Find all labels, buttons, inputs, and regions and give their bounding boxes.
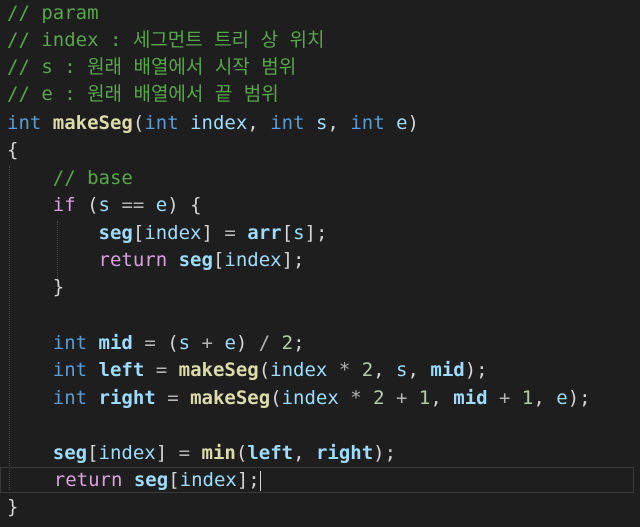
- code-line[interactable]: return seg[index];: [7, 247, 305, 274]
- current-line[interactable]: return seg[index];: [0, 467, 634, 493]
- code-line[interactable]: }: [7, 494, 18, 521]
- code-line[interactable]: int left = makeSeg(index * 2, s, mid);: [7, 357, 488, 384]
- code-line[interactable]: seg[index] = arr[s];: [7, 220, 328, 247]
- code-line[interactable]: // e : 원래 배열에서 끝 범위: [7, 81, 279, 108]
- text-cursor: [259, 470, 261, 491]
- code-line[interactable]: // base: [7, 165, 133, 192]
- code-line[interactable]: // param: [7, 0, 99, 27]
- code-line[interactable]: if (s == e) {: [7, 192, 202, 219]
- code-line[interactable]: // index : 세그먼트 트리 상 위치: [7, 27, 324, 54]
- code-line[interactable]: int mid = (s + e) / 2;: [7, 330, 305, 357]
- code-line[interactable]: int makeSeg(int index, int s, int e): [7, 110, 419, 137]
- code-editor[interactable]: // param // index : 세그먼트 트리 상 위치 // s : …: [0, 0, 640, 527]
- code-line[interactable]: int right = makeSeg(index * 2 + 1, mid +…: [7, 385, 591, 412]
- code-line[interactable]: {: [7, 137, 18, 164]
- code-line[interactable]: }: [7, 274, 64, 301]
- code-line[interactable]: // s : 원래 배열에서 시작 범위: [7, 54, 296, 81]
- code-line[interactable]: seg[index] = min(left, right);: [7, 440, 396, 467]
